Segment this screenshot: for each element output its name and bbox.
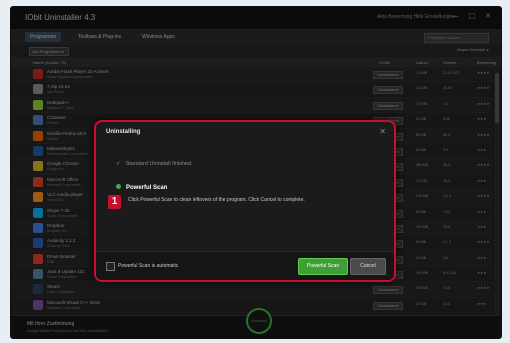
- dialog-footer: Powerful Scan is automatic Powerful Scan…: [96, 251, 394, 280]
- active-step-icon: [116, 184, 121, 189]
- close-icon[interactable]: ✕: [379, 127, 386, 136]
- dialog-title: Uninstalling: [106, 129, 141, 135]
- auto-scan-label[interactable]: Powerful Scan is automatic: [118, 263, 178, 269]
- uninstall-dialog: Uninstalling ✕ ✔ Standard Uninstall finis…: [94, 120, 396, 282]
- step2-title: Powerful Scan: [126, 185, 168, 191]
- step-powerful-scan: Powerful Scan: [116, 184, 167, 191]
- annotation-marker: 1: [108, 195, 121, 209]
- step2-description: Click Powerful Scan to clean leftovers o…: [128, 197, 305, 203]
- auto-scan-checkbox[interactable]: [106, 262, 115, 271]
- powerful-scan-button[interactable]: Powerful Scan: [298, 258, 348, 275]
- step-standard-uninstall: ✔ Standard Uninstall finished.: [116, 161, 193, 167]
- check-icon: ✔: [116, 161, 121, 167]
- step1-text: Standard Uninstall finished.: [125, 161, 193, 167]
- cancel-button[interactable]: Cancel: [350, 258, 386, 275]
